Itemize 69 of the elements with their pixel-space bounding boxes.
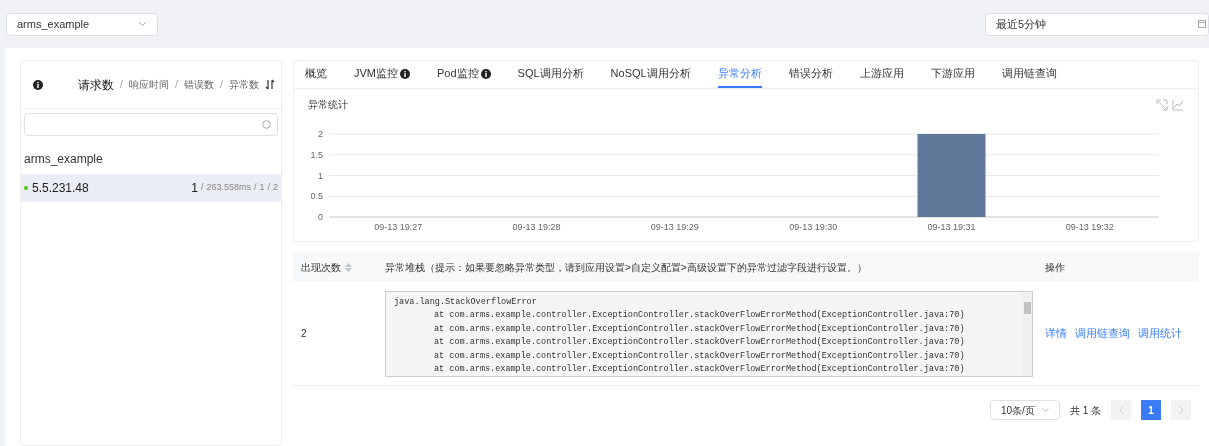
page-size-select[interactable]: 10条/页 bbox=[989, 400, 1060, 420]
separator-slash: / bbox=[267, 181, 270, 195]
y-tick-label: 2 bbox=[318, 129, 323, 139]
x-tick-label: 09-13 19:31 bbox=[927, 222, 976, 232]
y-tick-label: 0 bbox=[318, 212, 323, 222]
expand-icon[interactable] bbox=[1156, 98, 1168, 111]
x-tick-label: 09-13 19:28 bbox=[512, 222, 561, 232]
column-header: 出现次数 bbox=[301, 260, 341, 275]
metric-sort-option[interactable]: 响应时间 bbox=[128, 77, 169, 92]
tab[interactable]: 调用链查询 bbox=[1001, 61, 1057, 88]
separator-slash: / bbox=[174, 77, 178, 93]
host-stat: 263.558ms bbox=[206, 181, 251, 195]
x-tick-label: 09-13 19:30 bbox=[789, 222, 838, 232]
host-stat: 1 bbox=[191, 180, 198, 197]
tab[interactable]: NoSQL调用分析 bbox=[610, 61, 691, 88]
tab[interactable]: SQL调用分析 bbox=[517, 61, 584, 88]
separator-slash: / bbox=[200, 181, 204, 195]
tab[interactable]: 异常分析 bbox=[717, 61, 762, 88]
line-chart-icon[interactable] bbox=[1172, 98, 1184, 111]
info-icon bbox=[33, 79, 43, 90]
action-link[interactable]: 调用统计 bbox=[1138, 325, 1182, 342]
stack-trace-line: at com.arms.example.controller.ExceptionController.stackOverFlowErrorMethod(ExceptionController.java:70) bbox=[433, 336, 966, 349]
chevron-down-icon bbox=[1041, 408, 1049, 412]
metric-sort-option[interactable]: 错误数 bbox=[183, 77, 214, 92]
column-header: 操作 bbox=[1045, 260, 1065, 275]
tab[interactable]: 上游应用 bbox=[859, 61, 904, 88]
host-stat: 2 bbox=[273, 181, 278, 195]
chevron-right-icon bbox=[1178, 406, 1184, 414]
chevron-left-icon bbox=[1118, 406, 1124, 414]
search-field[interactable] bbox=[24, 113, 278, 136]
calendar-icon bbox=[1198, 20, 1206, 28]
app-select[interactable]: arms_example bbox=[6, 12, 158, 36]
chevron-down-icon bbox=[138, 21, 147, 27]
metric-sort-option[interactable]: 异常数 bbox=[229, 77, 259, 92]
tab[interactable]: 错误分析 bbox=[788, 61, 833, 88]
separator-slash: / bbox=[219, 77, 223, 93]
tab[interactable]: 概览 bbox=[305, 61, 327, 88]
host-stat: 1 bbox=[259, 181, 265, 195]
action-link[interactable]: 调用链查询 bbox=[1075, 325, 1130, 342]
x-tick-label: 09-13 19:32 bbox=[1065, 222, 1114, 232]
tab[interactable]: 下游应用 bbox=[930, 61, 975, 88]
total-count: 共 1 条 bbox=[1069, 403, 1101, 418]
metric-sort-option[interactable]: 请求数 bbox=[77, 75, 114, 94]
search-icon bbox=[262, 120, 271, 129]
y-tick-label: 1 bbox=[318, 170, 323, 181]
y-tick-label: 1.5 bbox=[310, 149, 323, 160]
stack-trace-line: java.lang.StackOverflowError bbox=[394, 295, 538, 309]
x-tick-label: 09-13 19:29 bbox=[650, 222, 699, 232]
stack-trace-line: at com.arms.example.controller.ExceptionController.stackOverFlowErrorMethod(ExceptionController.java:70) bbox=[433, 322, 966, 336]
host-name: 5.5.231.48 bbox=[32, 180, 89, 197]
separator-slash: / bbox=[253, 181, 257, 195]
tab[interactable]: Pod监控 bbox=[437, 61, 491, 88]
column-header: 异常堆栈（提示：如果要忽略异常类型，请到应用设置>自定义配置>高级设置下的异常过滤字段进行设置。） bbox=[385, 260, 867, 275]
page-number-button[interactable]: 1 bbox=[1141, 400, 1161, 420]
action-link[interactable]: 详情 bbox=[1045, 325, 1067, 342]
count-cell-text: 2 bbox=[300, 327, 308, 341]
group-name: arms_example bbox=[23, 151, 104, 168]
stack-trace-line: at com.arms.example.controller.ExceptionController.stackOverFlowErrorMethod(ExceptionController.java:70) bbox=[433, 363, 966, 376]
stack-trace-line: at com.arms.example.controller.ExceptionController.stackOverFlowErrorMethod(ExceptionController.java:70) bbox=[433, 349, 966, 363]
y-tick-label: 0.5 bbox=[310, 191, 323, 202]
chart-title: 异常统计 bbox=[308, 98, 348, 112]
x-tick-label: 09-13 19:27 bbox=[374, 222, 423, 232]
separator-slash: / bbox=[119, 77, 123, 93]
tab[interactable]: JVM监控 bbox=[354, 61, 410, 88]
sort-icon[interactable] bbox=[265, 79, 275, 90]
scrollbar[interactable] bbox=[1022, 291, 1032, 376]
time-range-picker[interactable]: 最近5分钟 bbox=[985, 12, 1209, 36]
host-row[interactable]: 5.5.231.48 1 / 263.558ms / 1 / 2 bbox=[21, 174, 281, 202]
stack-trace-line: at com.arms.example.controller.ExceptionController.stackOverFlowErrorMethod(ExceptionController.java:70) bbox=[433, 309, 966, 322]
